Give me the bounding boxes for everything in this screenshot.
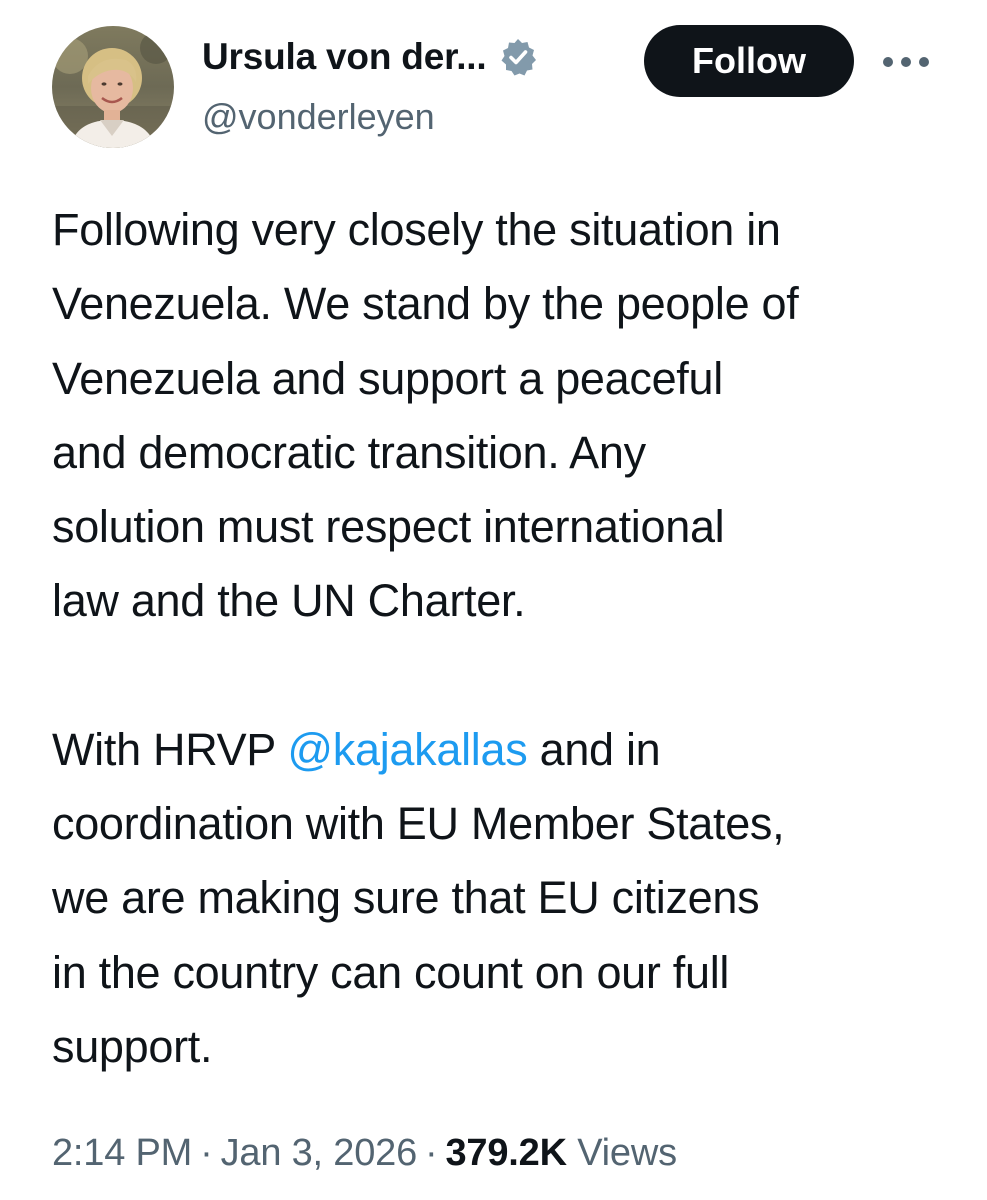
tweet-text-suffix: and in [527,723,661,775]
tweet-time[interactable]: 2:14 PM [52,1132,192,1174]
verified-badge-icon [498,37,538,77]
tweet-line: coordination with EU Member States, [52,798,785,850]
tweet-text-prefix: With HRVP [52,723,288,775]
tweet-paragraph-1: Following very closely the situation in … [52,193,952,639]
tweet-text: Following very closely the situation in … [52,193,952,1084]
mention-link-kajakallas[interactable]: @kajakallas [287,724,527,775]
tweet-card: Ursula von der... @vonderleyen Follow Fo… [0,0,987,1200]
profile-photo-icon [52,26,174,148]
separator-dot: · [200,1132,213,1174]
avatar[interactable] [52,26,174,148]
more-options-icon[interactable] [880,50,932,74]
separator-dot: · [425,1132,438,1174]
tweet-line: we are making sure that EU citizens [52,872,760,924]
author-name-row: Ursula von der... [202,36,538,78]
author-display-name[interactable]: Ursula von der... [202,36,487,78]
tweet-line: Venezuela and support a peaceful [52,352,723,404]
tweet-line: law and the UN Charter. [52,575,526,627]
tweet-line: Following very closely the situation in [52,204,781,255]
tweet-line: support. [52,1020,213,1072]
tweet-date[interactable]: Jan 3, 2026 [221,1132,418,1174]
tweet-line: solution must respect international [52,501,725,553]
tweet-paragraph-2: With HRVP @kajakallas and in coordinatio… [52,713,952,1084]
tweet-line: in the country can count on our full [52,946,730,998]
tweet-meta: 2:14 PM · Jan 3, 2026 · 379.2K Views [52,1132,677,1175]
views-count: 379.2K [445,1132,567,1174]
tweet-line: Venezuela. We stand by the people of [52,278,799,330]
author-handle[interactable]: @vonderleyen [202,96,435,138]
views-label: Views [577,1132,677,1174]
follow-button[interactable]: Follow [644,25,854,97]
tweet-line: and democratic transition. Any [52,426,646,478]
